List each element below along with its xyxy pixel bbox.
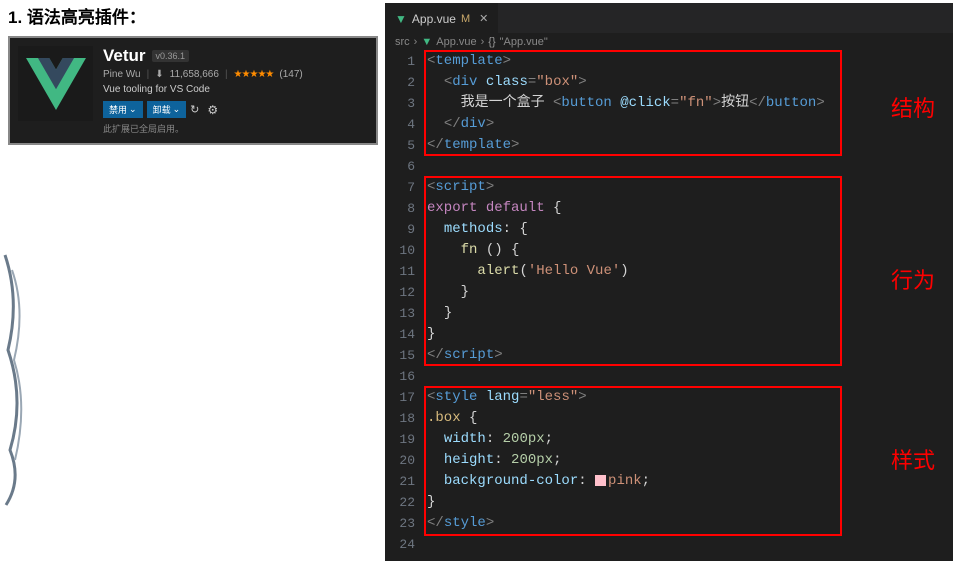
extension-card[interactable]: Vetur v0.36.1 Pine Wu | ⬇ 11,658,666 | ★… — [8, 36, 378, 145]
extension-version: v0.36.1 — [152, 50, 190, 62]
code-content[interactable]: <template> <div class="box"> 我是一个盒子 <but… — [427, 51, 953, 555]
decorative-sketch — [0, 250, 30, 510]
line-gutter: 1 2 3 4 5 6 7 8 9 10 11 12 13 14 15 16 1… — [385, 51, 427, 555]
sync-icon[interactable]: ↻ — [190, 103, 199, 116]
vue-file-icon: ▼ — [421, 36, 432, 48]
gear-icon[interactable]: ⚙ — [207, 103, 218, 117]
chevron-down-icon: ⌄ — [129, 104, 137, 115]
tab-bar: ▼ App.vue M ✕ — [385, 3, 953, 33]
close-icon[interactable]: ✕ — [479, 12, 488, 25]
breadcrumb-file[interactable]: App.vue — [436, 36, 476, 48]
vue-logo-icon — [18, 46, 93, 121]
tab-filename: App.vue — [412, 12, 456, 26]
code-area[interactable]: 1 2 3 4 5 6 7 8 9 10 11 12 13 14 15 16 1… — [385, 51, 953, 555]
chevron-right-icon: › — [481, 36, 485, 48]
modified-indicator: M — [461, 13, 470, 25]
left-panel: 1. 语法高亮插件： Vetur v0.36.1 Pine Wu | ⬇ 11,… — [8, 3, 378, 145]
extension-note: 此扩展已全局启用。 — [103, 122, 368, 135]
brace-icon: {} — [488, 36, 495, 48]
chevron-down-icon: ⌄ — [173, 104, 181, 115]
breadcrumb-symbol[interactable]: "App.vue" — [500, 36, 548, 48]
color-swatch-icon[interactable] — [595, 475, 606, 486]
extension-description: Vue tooling for VS Code — [103, 84, 368, 95]
section-heading: 1. 语法高亮插件： — [8, 3, 378, 28]
breadcrumb[interactable]: src › ▼ App.vue › {} "App.vue" — [385, 33, 953, 51]
disable-button[interactable]: 禁用 ⌄ — [103, 101, 143, 118]
extension-installs: 11,658,666 — [170, 69, 219, 80]
extension-name: Vetur — [103, 46, 146, 66]
extension-author: Pine Wu — [103, 69, 141, 80]
breadcrumb-folder[interactable]: src — [395, 36, 410, 48]
vue-file-icon: ▼ — [395, 12, 407, 26]
tab-app-vue[interactable]: ▼ App.vue M ✕ — [385, 3, 498, 33]
star-rating-icon: ★★★★★ — [234, 69, 274, 80]
uninstall-button[interactable]: 卸载 ⌄ — [147, 101, 187, 118]
rating-count: (147) — [279, 69, 302, 80]
annotation-structure: 结构 — [891, 91, 935, 123]
download-icon: ⬇ — [155, 69, 163, 80]
code-editor: ▼ App.vue M ✕ src › ▼ App.vue › {} "App.… — [385, 3, 953, 561]
chevron-right-icon: › — [414, 36, 418, 48]
extension-info: Vetur v0.36.1 Pine Wu | ⬇ 11,658,666 | ★… — [103, 46, 368, 135]
annotation-behavior: 行为 — [891, 263, 935, 295]
annotation-style: 样式 — [891, 443, 935, 475]
